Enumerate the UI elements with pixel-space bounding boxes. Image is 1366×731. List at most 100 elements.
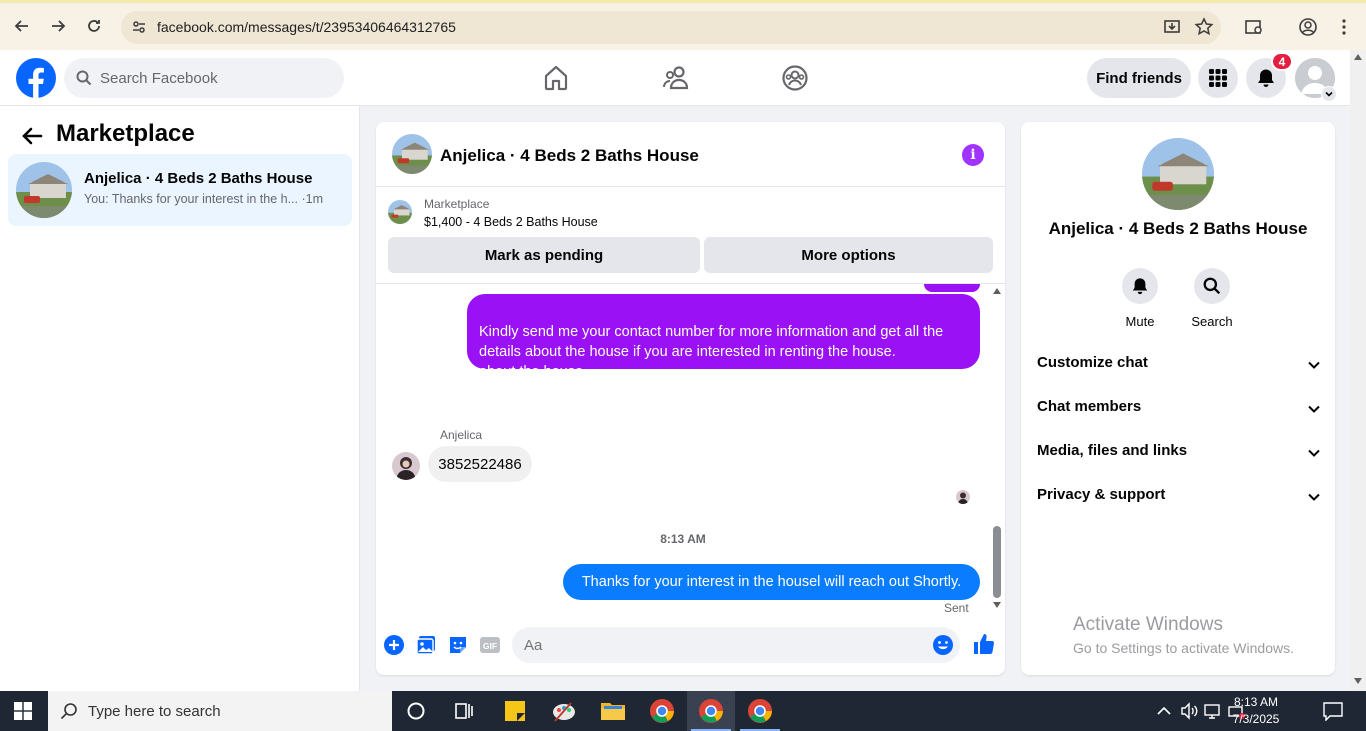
chrome-icon: [699, 699, 723, 723]
bookmark-star-icon[interactable]: [1194, 17, 1214, 37]
facebook-search[interactable]: [64, 58, 344, 98]
chevron-down-icon: [1308, 361, 1320, 369]
plus-circle-icon[interactable]: [383, 634, 405, 656]
volume-icon[interactable]: [1179, 701, 1199, 721]
menu-button[interactable]: [1198, 58, 1238, 98]
groups-icon[interactable]: [781, 64, 809, 92]
profile-icon[interactable]: [1298, 17, 1318, 37]
forward-icon[interactable]: [47, 15, 69, 37]
address-bar[interactable]: facebook.com/messages/t/2395340646431276…: [121, 11, 1221, 44]
outgoing-message-bubble[interactable]: Kindly send me your contact number for m…: [467, 294, 980, 380]
bell-icon: [1258, 69, 1274, 87]
sticky-notes-app[interactable]: [491, 691, 539, 731]
page-scrollbar[interactable]: [1350, 50, 1366, 691]
search-icon: [76, 70, 92, 86]
conversation-item[interactable]: Anjelica · 4 Beds 2 Baths House You: Tha…: [8, 154, 352, 226]
svg-text:GIF: GIF: [483, 641, 497, 651]
message-timestamp: 8:13 AM: [660, 532, 706, 546]
message-input-container[interactable]: [512, 627, 960, 663]
marketplace-listing-bar: Marketplace $1,400 - 4 Beds 2 Baths Hous…: [376, 188, 1005, 284]
emoji-icon[interactable]: [932, 634, 954, 656]
section-label: Customize chat: [1037, 354, 1148, 371]
message-input[interactable]: [524, 627, 924, 663]
tab-search-icon[interactable]: [1244, 17, 1264, 37]
mute-circle[interactable]: [1122, 268, 1158, 304]
photo-icon[interactable]: [415, 634, 437, 656]
mute-button[interactable]: Mute: [1110, 268, 1170, 329]
chat-header-thumbnail[interactable]: [392, 134, 432, 174]
scroll-down-icon[interactable]: [993, 602, 1001, 608]
install-app-icon[interactable]: [1162, 17, 1182, 37]
incoming-message-bubble[interactable]: 3852522486: [428, 446, 532, 482]
find-friends-button[interactable]: Find friends: [1087, 58, 1191, 98]
chat-scrollbar[interactable]: [990, 284, 1004, 614]
file-explorer-app[interactable]: [589, 691, 637, 731]
chrome-app-1[interactable]: [638, 691, 686, 731]
search-icon: [60, 703, 77, 720]
bell-icon: [1132, 278, 1148, 295]
mark-as-pending-button[interactable]: Mark as pending: [388, 237, 700, 273]
chevron-up-icon[interactable]: [1154, 701, 1174, 721]
seen-indicator-avatar: [956, 490, 970, 504]
taskbar-clock[interactable]: 8:13 AM 7/3/2025: [1225, 694, 1287, 728]
watermark-title: Activate Windows: [1073, 614, 1223, 635]
taskbar-search[interactable]: [48, 691, 392, 731]
taskbar-date: 7/3/2025: [1232, 712, 1280, 726]
reload-icon[interactable]: [83, 15, 105, 37]
site-settings-icon[interactable]: [131, 19, 147, 35]
cortana-icon[interactable]: [404, 699, 428, 723]
outgoing-message-bubble[interactable]: Thanks for your interest in the housel w…: [563, 564, 980, 600]
search-label: Search: [1191, 314, 1233, 329]
paint-app[interactable]: [540, 691, 588, 731]
sender-avatar[interactable]: [392, 452, 420, 480]
windows-start-icon[interactable]: [14, 702, 32, 720]
message-text: 3852522486: [438, 455, 522, 473]
search-icon: [1203, 277, 1221, 295]
more-options-button[interactable]: More options: [704, 237, 993, 273]
chrome-icon: [748, 699, 772, 723]
search-input[interactable]: [100, 58, 330, 98]
notification-badge: 4: [1271, 52, 1293, 71]
chat-members-row[interactable]: Chat members: [1037, 398, 1321, 422]
friends-icon[interactable]: [662, 64, 690, 92]
search-conversation-button[interactable]: Search: [1182, 268, 1242, 329]
thumbs-up-icon[interactable]: [972, 632, 996, 656]
sticker-icon[interactable]: [447, 634, 469, 656]
windows-taskbar: 8:13 AM 7/3/2025: [0, 691, 1366, 731]
chat-scroll-thumb[interactable]: [993, 526, 1001, 598]
chat-info-name: Anjelica · 4 Beds 2 Baths House: [1048, 219, 1308, 238]
back-icon[interactable]: [11, 15, 33, 37]
back-arrow-icon[interactable]: [20, 124, 44, 148]
chrome-app-3[interactable]: [736, 691, 784, 731]
conversation-preview: You: Thanks for your interest in the h..…: [84, 192, 324, 206]
sticky-notes-icon: [505, 701, 525, 721]
message-thread: Kindly send me your contact number for m…: [376, 284, 1005, 615]
chevron-down-icon: [1308, 405, 1320, 413]
scroll-down-icon[interactable]: [1354, 678, 1362, 684]
chat-info-avatar[interactable]: [1142, 138, 1214, 210]
taskbar-search-input[interactable]: [88, 691, 378, 731]
privacy-support-row[interactable]: Privacy & support: [1037, 486, 1321, 510]
search-circle[interactable]: [1194, 268, 1230, 304]
task-view-icon[interactable]: [452, 699, 476, 723]
listing-price-title[interactable]: $1,400 - 4 Beds 2 Baths House: [424, 215, 598, 229]
facebook-logo-icon[interactable]: [16, 58, 56, 98]
sender-name: Anjelica: [440, 428, 483, 442]
folder-icon: [601, 703, 625, 720]
chat-title[interactable]: Anjelica · 4 Beds 2 Baths House: [440, 146, 699, 166]
scroll-up-icon[interactable]: [993, 288, 1001, 294]
mute-label: Mute: [1125, 314, 1155, 329]
network-icon[interactable]: [1203, 701, 1223, 721]
account-chevron-icon[interactable]: [1321, 86, 1337, 102]
notification-center-icon[interactable]: [1322, 701, 1344, 721]
message-composer: GIF: [376, 622, 1005, 670]
info-icon[interactable]: i: [962, 144, 984, 166]
browser-menu-icon[interactable]: [1334, 17, 1354, 37]
customize-chat-row[interactable]: Customize chat: [1037, 354, 1321, 378]
home-icon[interactable]: [542, 64, 570, 92]
listing-small-thumbnail[interactable]: [388, 200, 412, 224]
scroll-up-icon[interactable]: [1354, 54, 1362, 60]
media-files-links-row[interactable]: Media, files and links: [1037, 442, 1321, 466]
gif-icon[interactable]: GIF: [479, 634, 501, 656]
chrome-app-2[interactable]: [687, 691, 735, 731]
